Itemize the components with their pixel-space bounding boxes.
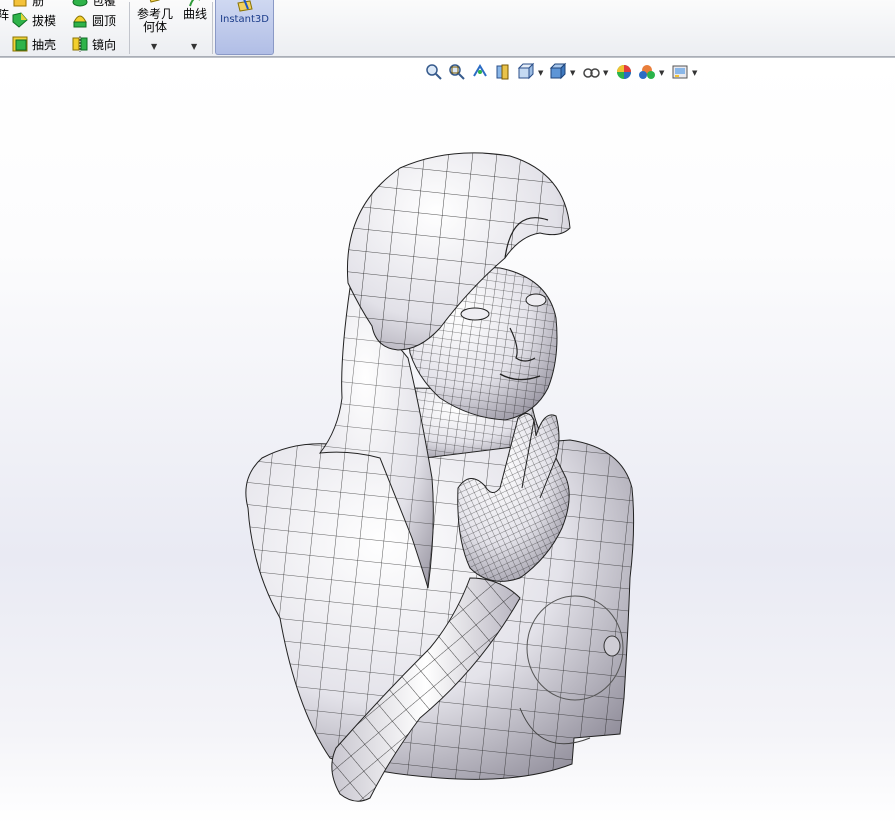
edit-appearance-icon[interactable] [614, 62, 634, 82]
rib-button[interactable]: 筋 [12, 0, 44, 9]
rib-label: 筋 [32, 0, 45, 8]
wrap-button[interactable]: 包覆 [72, 0, 116, 9]
view-settings-icon[interactable] [670, 62, 690, 82]
draft-button[interactable]: 拔模 [12, 11, 56, 29]
section-view-icon[interactable] [493, 62, 513, 82]
reference-geometry-label-line2: 何体 [142, 20, 167, 34]
curves-icon [180, 0, 210, 8]
model-render [245, 152, 635, 802]
apply-scene-icon[interactable] [637, 62, 657, 82]
graphics-area[interactable] [0, 58, 895, 824]
mirror-button[interactable]: 镜向 [72, 35, 116, 53]
chevron-down-icon[interactable]: ▼ [692, 69, 697, 77]
wrap-icon [72, 0, 88, 8]
dome-button[interactable]: 圆顶 [72, 11, 116, 29]
curves-label: 曲线 [182, 7, 207, 21]
shell-label: 抽壳 [32, 37, 57, 52]
wrap-label: 包覆 [92, 0, 117, 8]
hide-show-items-icon[interactable] [581, 62, 601, 82]
chevron-down-icon[interactable]: ▼ [191, 42, 197, 51]
chevron-down-icon[interactable]: ▼ [659, 69, 664, 77]
linear-pattern-label: 阵 [0, 7, 10, 22]
mirror-label: 镜向 [92, 37, 117, 52]
ribbon-separator [212, 2, 213, 54]
dome-icon [72, 12, 88, 28]
chevron-down-icon[interactable]: ▼ [570, 69, 575, 77]
instant3d-button[interactable]: Instant3D [215, 0, 274, 55]
view-orientation-icon[interactable] [516, 62, 536, 82]
instant3d-label: Instant3D [220, 14, 269, 25]
zoom-to-fit-icon[interactable] [424, 62, 444, 82]
shell-icon [12, 36, 28, 52]
shell-button[interactable]: 抽壳 [12, 35, 56, 53]
draft-label: 拔模 [32, 13, 57, 28]
chevron-down-icon[interactable]: ▼ [151, 42, 157, 51]
previous-view-icon[interactable] [470, 62, 490, 82]
display-style-icon[interactable] [548, 62, 568, 82]
reference-geometry-button[interactable]: 参考几 何体 [135, 0, 175, 34]
chevron-down-icon[interactable]: ▼ [538, 69, 543, 77]
rib-icon [12, 0, 28, 8]
curves-button[interactable]: 曲线 [180, 0, 210, 21]
torso [245, 439, 635, 780]
draft-icon [12, 12, 28, 28]
zoom-to-area-icon[interactable] [447, 62, 467, 82]
dome-label: 圆顶 [92, 13, 117, 28]
reference-geometry-icon [135, 0, 175, 8]
linear-pattern-button-cut[interactable]: 阵 [0, 5, 9, 23]
chevron-down-icon[interactable]: ▼ [603, 69, 608, 77]
ribbon-separator [129, 2, 130, 54]
command-manager: 阵 筋 拔模 抽壳 包覆 圆顶 镜向 参考几 何体 ▼ 曲线 ▼ Instant… [0, 0, 895, 56]
mirror-icon [72, 36, 88, 52]
